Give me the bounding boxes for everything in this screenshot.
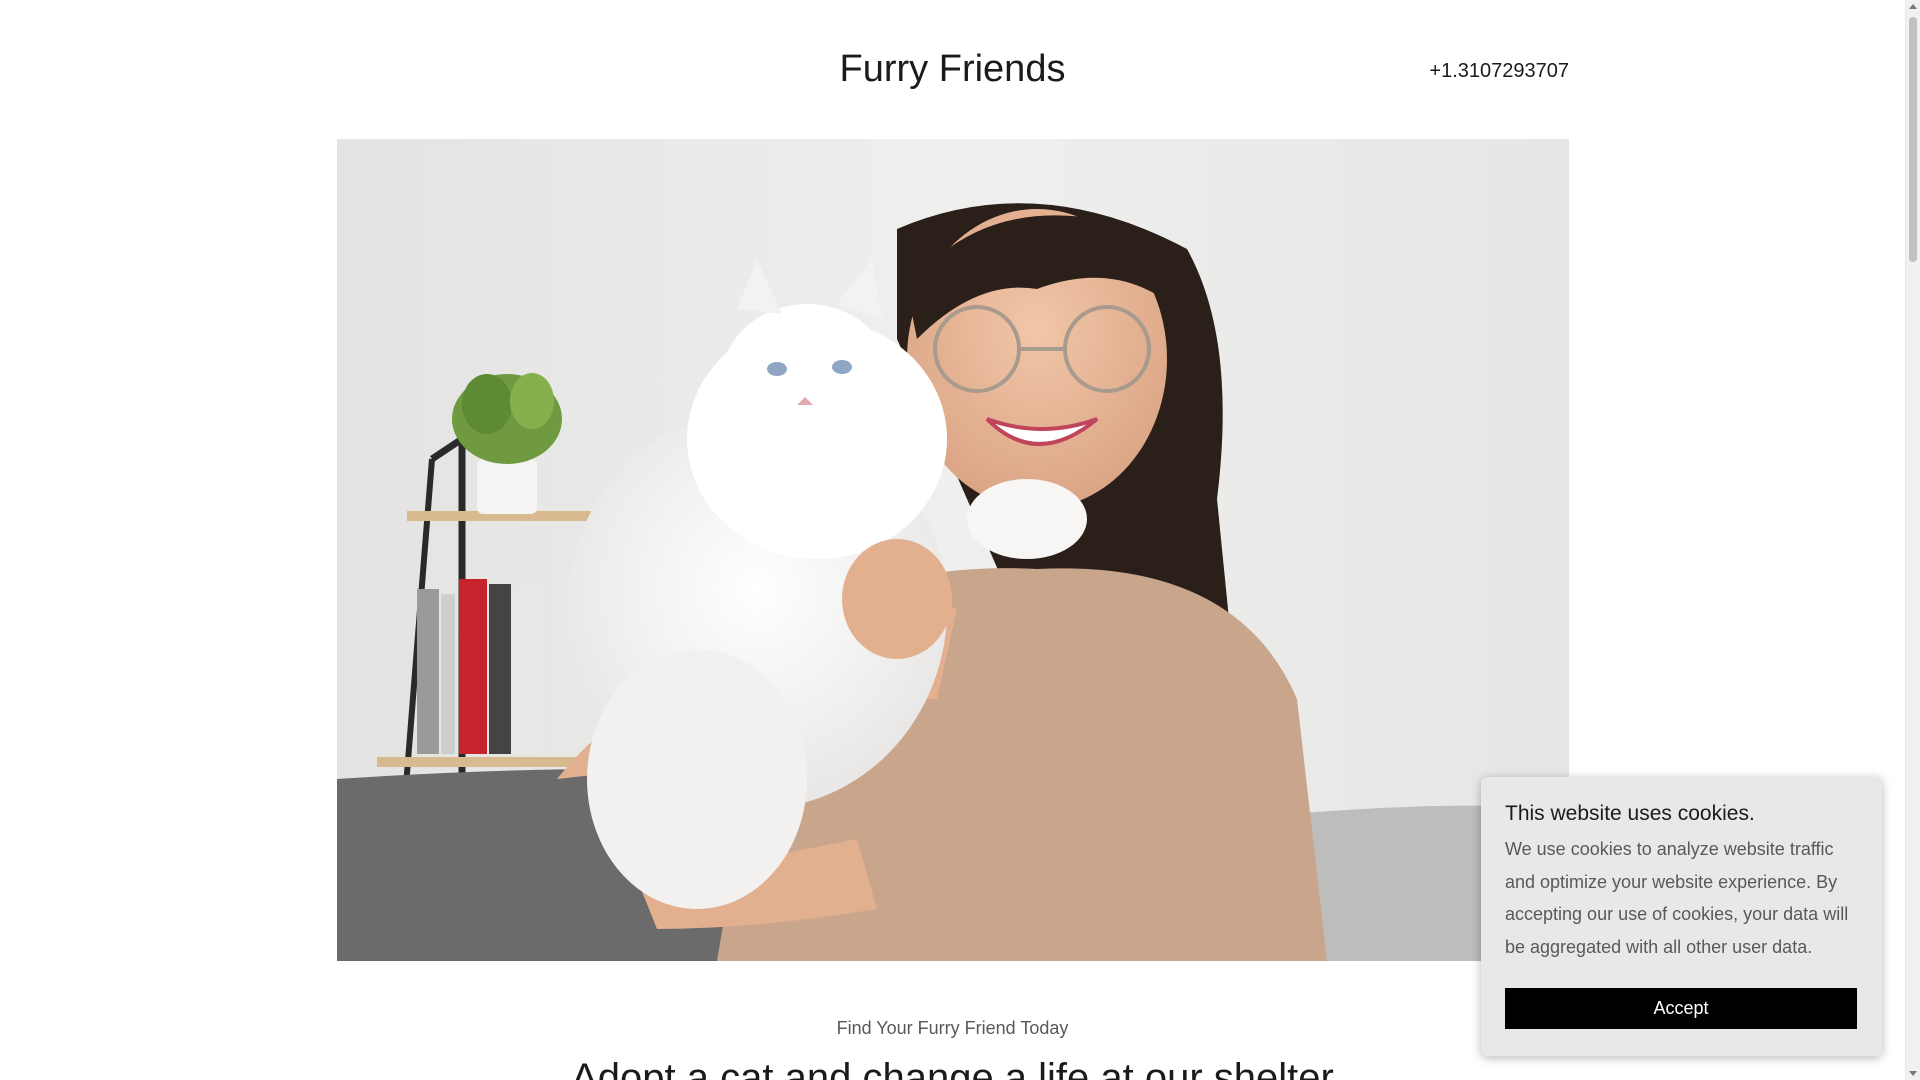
phone-link[interactable]: +1.3107293707: [1429, 56, 1569, 86]
hero-photo: [337, 139, 1569, 961]
scroll-up-arrow-icon[interactable]: [1909, 4, 1917, 9]
site-title[interactable]: Furry Friends: [0, 44, 1905, 94]
cookie-banner-title: This website uses cookies.: [1505, 802, 1755, 825]
scrollbar-thumb[interactable]: [1909, 17, 1917, 262]
hero-headline: Adopt a cat and change a life at our she…: [571, 1056, 1334, 1080]
scroll-down-arrow-icon[interactable]: [1909, 1071, 1917, 1076]
cookie-banner-body: We use cookies to analyze website traffi…: [1505, 839, 1849, 957]
page: Furry Friends +1.3107293707 Find Your Fu…: [0, 0, 1920, 1080]
page-scrollbar[interactable]: [1905, 0, 1920, 1080]
hero-image: [337, 139, 1569, 961]
cookie-banner: This website uses cookies. We use cookie…: [1481, 777, 1882, 1056]
accept-cookies-button[interactable]: Accept: [1505, 988, 1857, 1029]
